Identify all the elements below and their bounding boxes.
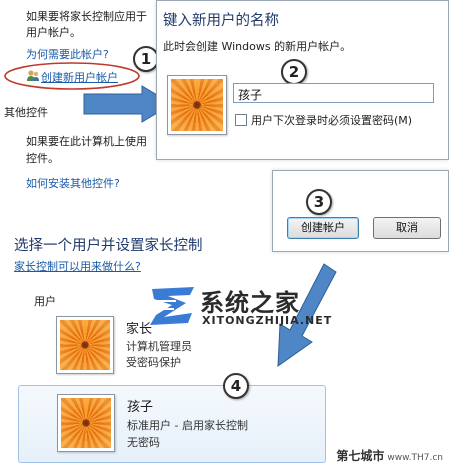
flower-picture-icon [171,79,223,131]
user-card-child[interactable]: 孩子 标准用户 - 启用家长控制 无密码 [18,385,326,463]
new-user-name-input[interactable]: 孩子 [233,83,434,103]
create-account-button-bar: 3 创建帐户 取消 [272,170,449,252]
install-other-controls-link[interactable]: 如何安装其他控件? [26,175,120,191]
step-4-badge: 4 [223,373,249,399]
step-3-badge: 3 [306,189,332,215]
other-controls-text-line2: 控件。 [26,152,59,165]
corner-watermark-main: 第七城市 [336,449,385,463]
require-password-label: 用户下次登录时必须设置密码(M) [251,114,413,127]
user-name: 家长 [126,322,153,337]
what-can-parental-controls-do-link[interactable]: 家长控制可以用来做什么? [14,258,141,274]
cancel-button[interactable]: 取消 [373,217,441,239]
users-label: 用户 [34,295,56,308]
corner-watermark: 第七城市 www.TH7.cn [336,447,443,464]
flower-picture-icon [61,398,111,448]
other-controls-text-line1: 如果要在此计算机上使用 [26,135,147,148]
user-role: 标准用户 - 启用家长控制 [127,419,248,432]
corner-watermark-sub: www.TH7.cn [387,453,443,463]
user-password-status: 受密码保护 [126,356,181,369]
flower-picture-icon [60,320,110,370]
section-heading: 选择一个用户并设置家长控制 [14,238,203,254]
create-account-button[interactable]: 创建帐户 [287,217,359,239]
intro-text-line2: 用户帐户。 [26,26,81,39]
user-picture [167,75,227,135]
other-controls-heading: 其他控件 [4,106,48,119]
user-password-status: 无密码 [127,436,160,449]
user-card-parent[interactable]: 家长 计算机管理员 受密码保护 [50,312,290,376]
require-password-checkbox[interactable] [235,114,247,126]
user-name: 孩子 [127,400,154,415]
intro-text-line1: 如果要将家长控制应用于 [26,10,147,23]
user-role: 计算机管理员 [126,340,192,353]
dialog-title: 键入新用户的名称 [163,13,279,29]
new-user-dialog: 键入新用户的名称 此时会创建 Windows 的新用户帐户。 2 孩子 用户下次… [156,0,449,160]
step-2-badge: 2 [281,59,307,85]
user-picture [56,316,114,374]
user-picture [57,394,115,452]
dialog-description: 此时会创建 Windows 的新用户帐户。 [163,40,352,53]
